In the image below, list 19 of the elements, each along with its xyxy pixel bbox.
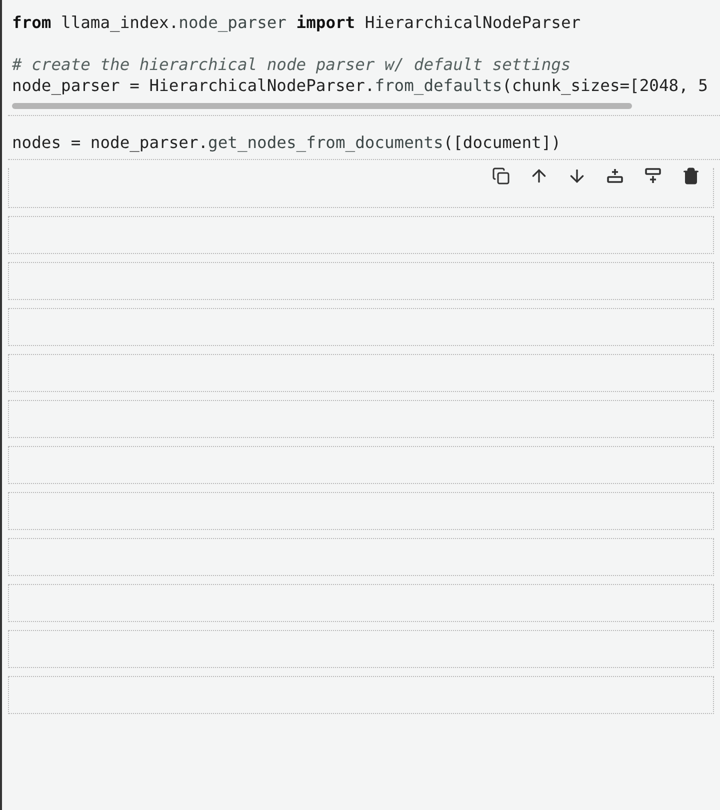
empty-cell[interactable] [8,446,714,484]
code-cell[interactable]: from llama_index.node_parser import HierarchicalNodeParser # create the hierarchical node parser w/ default settings node_parser = HierarchicalNodeParser.from_defaults(chunk_sizes=[2048, 5 [8,4,720,116]
empty-cell[interactable] [8,262,714,300]
code-line: # create the hierarchical node parser w/ default settings [12,54,572,75]
code-cell[interactable]: nodes = node_parser.get_nodes_from_documents([document]) [8,124,720,160]
code-line: from llama_index.node_parser import HierarchicalNodeParser [12,12,582,33]
empty-cell[interactable] [8,400,714,438]
empty-cell[interactable] [8,308,714,346]
horizontal-scrollbar[interactable] [12,103,632,109]
empty-cell[interactable] [8,584,714,622]
empty-cell[interactable] [8,538,714,576]
empty-cell[interactable] [8,630,714,668]
empty-cell[interactable] [8,216,714,254]
empty-cell[interactable] [8,676,714,714]
code-line: nodes = node_parser.get_nodes_from_documents([document]) [12,132,562,153]
code-line: node_parser = HierarchicalNodeParser.from_defaults(chunk_sizes=[2048, 5 [12,75,709,96]
empty-cell[interactable] [8,354,714,392]
empty-cell[interactable] [8,168,714,208]
empty-cell[interactable] [8,492,714,530]
